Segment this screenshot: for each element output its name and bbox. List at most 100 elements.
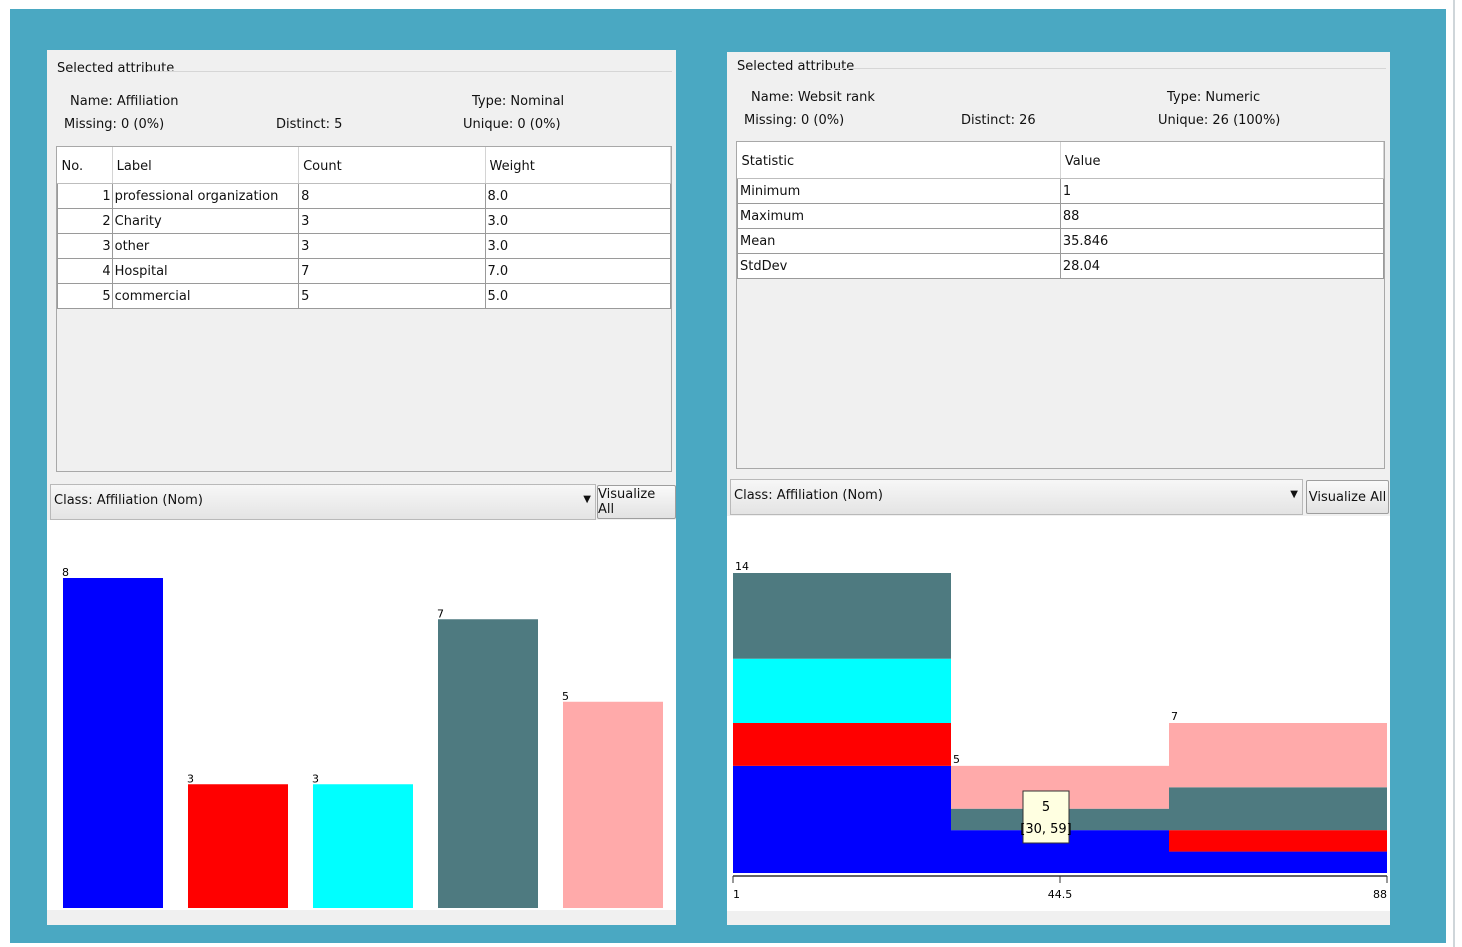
- distinct-field: Distinct: 5: [276, 117, 343, 132]
- row-number: 1: [57, 183, 113, 209]
- table-row[interactable]: 3 other 3 3.0: [57, 233, 672, 259]
- histogram-area: 14 5 7 1 44.5 88 5 [30, 59]: [727, 516, 1390, 911]
- bin-total-label: 7: [1171, 710, 1178, 723]
- statistic-value: 1: [1059, 178, 1385, 204]
- table-row[interactable]: Mean 35.846: [737, 228, 1385, 254]
- table-row[interactable]: 2 Charity 3 3.0: [57, 208, 672, 234]
- type-field: Type: Numeric: [1167, 90, 1261, 105]
- row-count: 7: [298, 258, 486, 284]
- histogram-area: 8 3 3 7 5: [47, 520, 676, 910]
- left-attribute-panel: Selected attribute Name: Affiliation Typ…: [47, 50, 676, 925]
- row-label: professional organization: [111, 183, 300, 209]
- bar-value-label: 7: [437, 607, 444, 620]
- missing-field: Missing: 0 (0%): [64, 117, 165, 132]
- bar-hospital: [438, 619, 538, 908]
- distinct-value: 5: [334, 117, 343, 132]
- name-field: Name: Websit rank: [751, 90, 875, 105]
- bar-professional-organization: [63, 578, 163, 908]
- table-row[interactable]: Maximum 88: [737, 203, 1385, 229]
- x-tick-label: 88: [1373, 888, 1387, 901]
- visualize-all-button[interactable]: Visualize All: [597, 485, 676, 519]
- statistic-value: 88: [1059, 203, 1385, 229]
- class-select[interactable]: Class: Affiliation (Nom) ▼: [50, 484, 596, 520]
- label-table-container[interactable]: No. Label Count Weight 1 professional or…: [56, 146, 672, 472]
- type-value: Numeric: [1205, 90, 1261, 105]
- chevron-down-icon: ▼: [583, 494, 591, 505]
- bin-total-label: 5: [953, 753, 960, 766]
- row-number: 3: [57, 233, 113, 259]
- missing-field: Missing: 0 (0%): [744, 113, 845, 128]
- unique-value: 26 (100%): [1212, 113, 1281, 128]
- right-attribute-panel: Selected attribute Name: Websit rank Typ…: [727, 52, 1390, 925]
- table-row[interactable]: 1 professional organization 8 8.0: [57, 183, 672, 209]
- row-number: 5: [57, 283, 113, 309]
- class-select-value: Class: Affiliation (Nom): [54, 493, 203, 508]
- bar-value-label: 3: [187, 772, 194, 785]
- x-tick-label: 1: [733, 888, 740, 901]
- column-header-count[interactable]: Count: [298, 147, 486, 184]
- statistic-name: Minimum: [737, 178, 1061, 204]
- column-header-value[interactable]: Value: [1060, 142, 1385, 179]
- missing-value: 0 (0%): [801, 113, 845, 128]
- row-number: 4: [57, 258, 113, 284]
- website-rank-histogram: 14 5 7 1 44.5 88 5 [30, 59]: [732, 560, 1388, 901]
- row-label: other: [111, 233, 300, 259]
- column-header-no[interactable]: No.: [57, 147, 113, 184]
- distinct-field: Distinct: 26: [961, 113, 1036, 128]
- segment-other: [733, 658, 951, 723]
- x-tick-label: 44.5: [1048, 888, 1073, 901]
- row-weight: 5.0: [484, 283, 672, 309]
- bar-value-label: 5: [562, 690, 569, 703]
- label-table: No. Label Count Weight 1 professional or…: [57, 147, 672, 309]
- table-row[interactable]: 4 Hospital 7 7.0: [57, 258, 672, 284]
- bar-charity: [188, 784, 288, 908]
- statistics-table: Statistic Value Minimum 1 Maximum 88 Mea…: [737, 142, 1385, 279]
- class-select[interactable]: Class: Affiliation (Nom) ▼: [730, 479, 1303, 515]
- row-count: 8: [298, 183, 486, 209]
- table-row[interactable]: Minimum 1: [737, 178, 1385, 204]
- row-count: 5: [298, 283, 486, 309]
- table-row[interactable]: 5 commercial 5 5.0: [57, 283, 672, 309]
- column-header-label[interactable]: Label: [112, 147, 300, 184]
- column-header-statistic[interactable]: Statistic: [737, 142, 1061, 179]
- bar-commercial: [563, 701, 663, 908]
- segment-hospital: [733, 573, 951, 659]
- statistic-name: Maximum: [737, 203, 1061, 229]
- table-row[interactable]: StdDev 28.04: [737, 253, 1385, 279]
- unique-value: 0 (0%): [517, 117, 561, 132]
- segment-charity: [733, 723, 951, 766]
- statistic-value: 28.04: [1059, 253, 1385, 279]
- row-label: Hospital: [111, 258, 300, 284]
- column-header-weight[interactable]: Weight: [485, 147, 672, 184]
- row-weight: 3.0: [484, 233, 672, 259]
- row-count: 3: [298, 208, 486, 234]
- visualize-all-button[interactable]: Visualize All: [1306, 480, 1389, 514]
- segment-hospital: [1169, 787, 1387, 831]
- statistics-table-container[interactable]: Statistic Value Minimum 1 Maximum 88 Mea…: [736, 141, 1385, 469]
- name-value: Websit rank: [797, 90, 875, 105]
- section-title: Selected attribute: [57, 61, 175, 76]
- row-label: Charity: [111, 208, 300, 234]
- bar-value-label: 3: [312, 772, 319, 785]
- type-field: Type: Nominal: [472, 94, 565, 109]
- row-weight: 7.0: [484, 258, 672, 284]
- statistic-name: StdDev: [737, 253, 1061, 279]
- segment-charity: [1169, 830, 1387, 852]
- name-value: Affiliation: [116, 94, 179, 109]
- name-field: Name: Affiliation: [70, 94, 179, 109]
- distinct-value: 26: [1019, 113, 1036, 128]
- bin-total-label: 14: [735, 560, 749, 573]
- unique-field: Unique: 26 (100%): [1158, 113, 1281, 128]
- segment-professional-organization: [1169, 851, 1387, 873]
- row-weight: 8.0: [484, 183, 672, 209]
- statistic-name: Mean: [737, 228, 1061, 254]
- tooltip-range: [30, 59]: [1020, 822, 1072, 837]
- chevron-down-icon: ▼: [1290, 489, 1298, 500]
- section-title: Selected attribute: [737, 59, 855, 74]
- section-border: [827, 68, 1386, 69]
- affiliation-bar-chart: 8 3 3 7 5: [62, 566, 663, 908]
- row-number: 2: [57, 208, 113, 234]
- row-label: commercial: [111, 283, 300, 309]
- segment-commercial: [1169, 723, 1387, 788]
- type-value: Nominal: [510, 94, 565, 109]
